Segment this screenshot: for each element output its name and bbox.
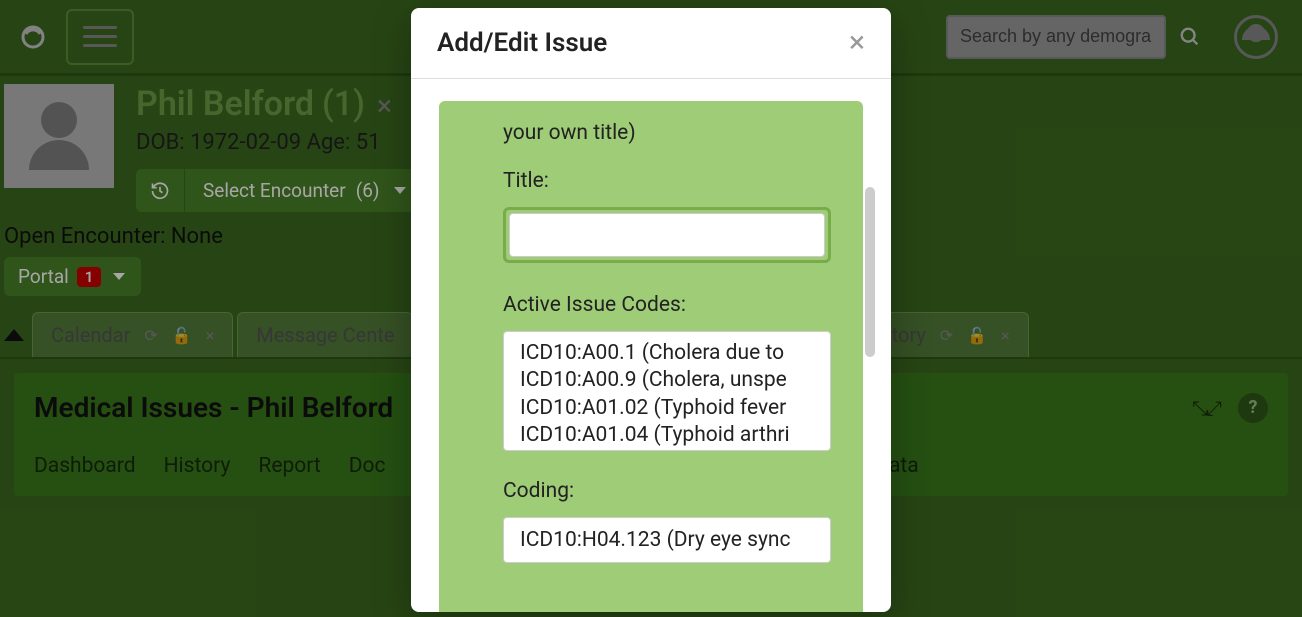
modal-scrollbar[interactable] [865,187,875,357]
code-list-item[interactable]: ICD10:A00.1 (Cholera due to [520,340,814,367]
modal-close-button[interactable]: × [849,28,865,58]
code-list-item[interactable]: ICD10:A00.9 (Cholera, unspe [520,367,814,394]
title-field-label: Title: [503,169,831,193]
modal-title: Add/Edit Issue [437,28,607,58]
modal-body-scroll[interactable]: your own title) Title: Active Issue Code… [411,79,891,612]
coding-field[interactable]: ICD10:H04.123 (Dry eye sync [503,517,831,563]
coding-label: Coding: [503,479,831,503]
code-list-item[interactable]: ICD10:A01.02 (Typhoid fever [520,395,814,422]
active-issue-codes-list[interactable]: ICD10:A00.1 (Cholera due to ICD10:A00.9 … [503,331,831,451]
issue-title-input[interactable] [509,213,825,257]
add-edit-issue-modal: Add/Edit Issue × your own title) Title: … [411,8,891,612]
title-hint-text: your own title) [503,121,831,145]
code-list-item[interactable]: ICD10:A01.04 (Typhoid arthri [520,422,814,449]
coding-value: ICD10:H04.123 (Dry eye sync [520,528,791,552]
active-codes-label: Active Issue Codes: [503,293,831,317]
